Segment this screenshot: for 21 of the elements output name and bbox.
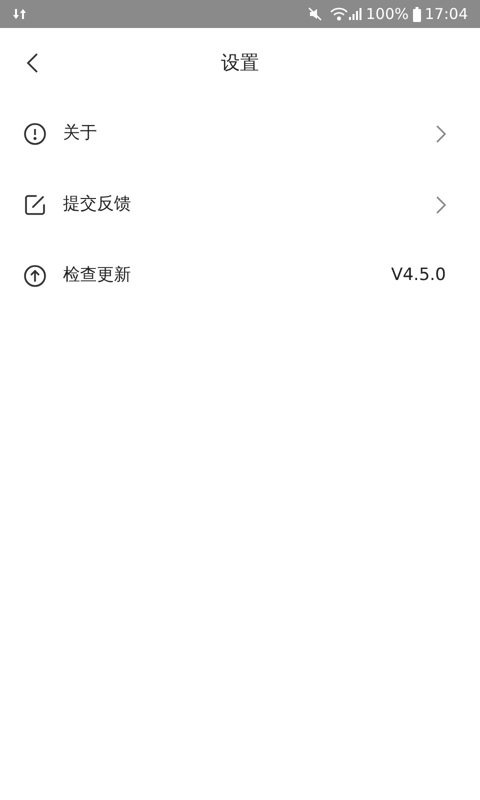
clock-time: 17:04	[424, 4, 468, 25]
chevron-right-icon	[436, 196, 446, 214]
exclamation-circle-icon	[23, 122, 47, 146]
settings-row[interactable]: 提交反馈	[0, 169, 480, 240]
settings-row[interactable]: 关于	[0, 98, 480, 169]
wifi-icon	[330, 7, 348, 21]
arrow-up-circle-icon	[23, 264, 47, 288]
version-value: V4.5.0	[391, 264, 446, 287]
chevron-right-icon	[436, 124, 446, 142]
data-transfer-icon	[12, 8, 26, 20]
signal-icon	[348, 7, 362, 21]
row-label: 检查更新	[63, 264, 131, 287]
page-title: 设置	[221, 50, 259, 76]
mute-icon	[308, 7, 322, 21]
row-label: 提交反馈	[63, 192, 131, 216]
settings-row[interactable]: 检查更新 V4.5.0	[0, 240, 480, 311]
edit-icon	[23, 192, 47, 216]
battery-percent: 100%	[366, 4, 409, 25]
back-icon[interactable]	[26, 53, 38, 73]
row-label: 关于	[63, 122, 97, 145]
battery-icon	[412, 6, 421, 22]
